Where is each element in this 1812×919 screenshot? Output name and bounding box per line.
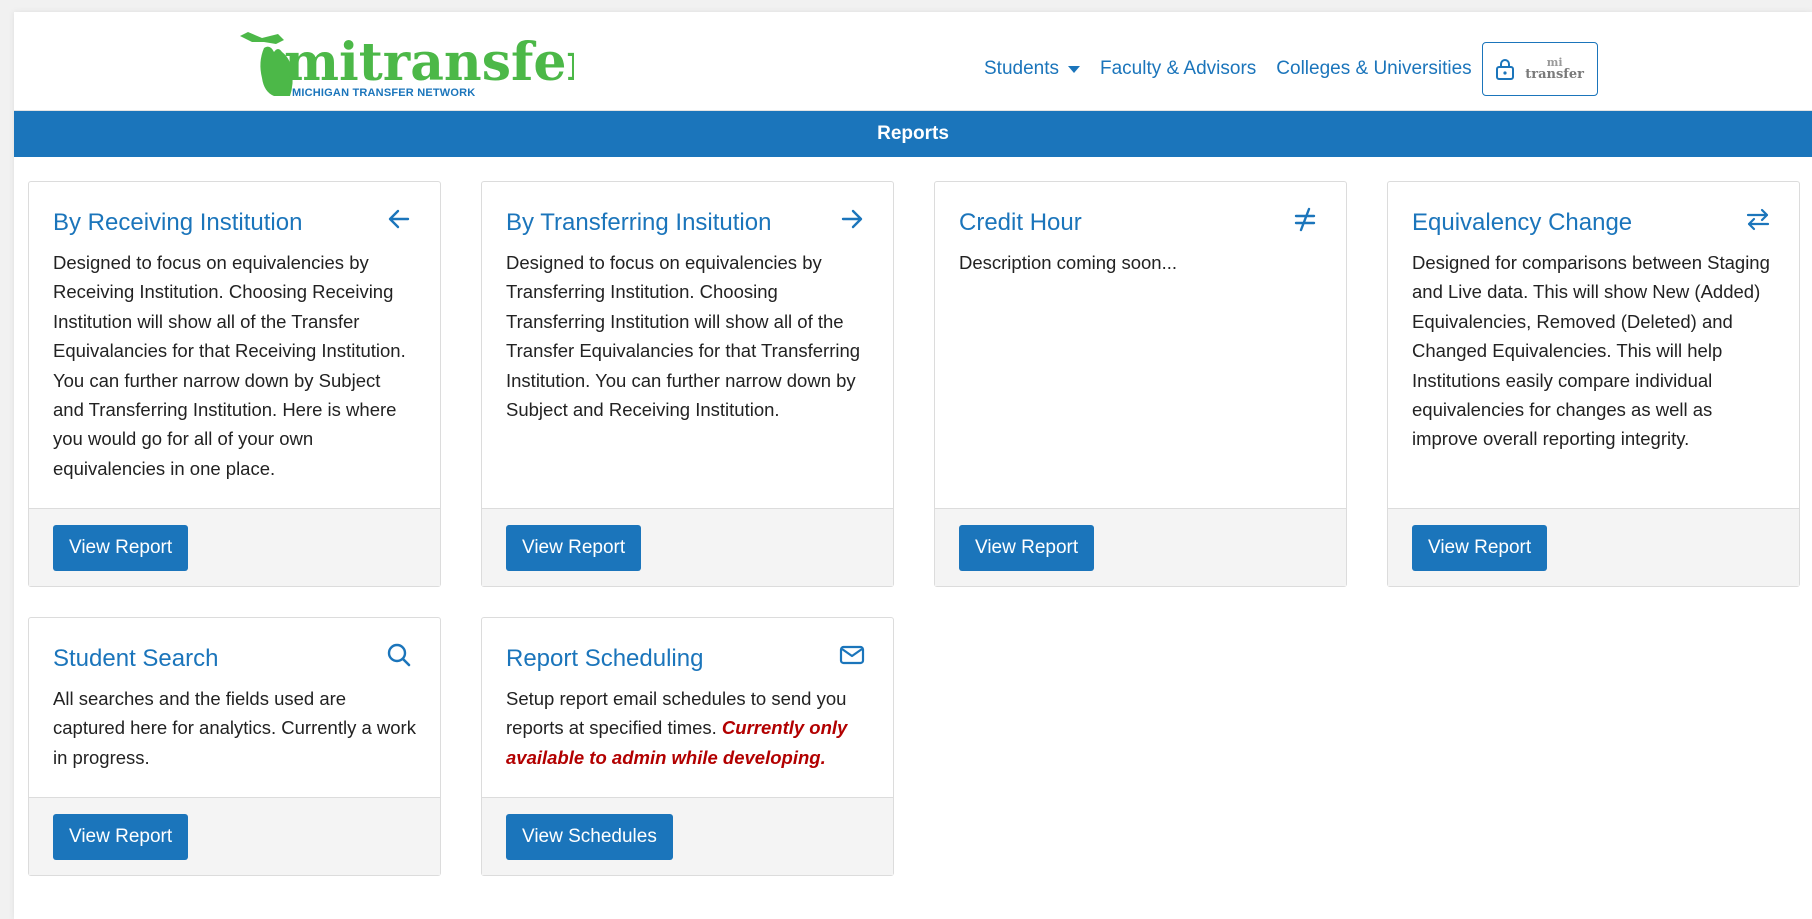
envelope-icon	[839, 645, 865, 665]
nav-students[interactable]: Students	[984, 58, 1080, 80]
card-footer: View Report	[1388, 508, 1799, 586]
site-header: mitransfer MICHIGAN TRANSFER NETWORK Stu…	[14, 12, 1812, 111]
not-equal-icon	[1294, 207, 1316, 232]
card-footer: View Report	[935, 508, 1346, 586]
michigan-map-icon: mitransfer MICHIGAN TRANSFER NETWORK	[240, 32, 574, 99]
page-title: Reports	[877, 123, 949, 144]
card-footer: View Report	[29, 508, 440, 586]
reports-banner: Reports	[14, 111, 1812, 157]
view-schedules-button[interactable]: View Schedules	[506, 813, 673, 860]
report-card-student-search: Student Search All searches and the fiel…	[28, 617, 441, 876]
report-card-report-scheduling: Report Scheduling Setup report email sch…	[481, 617, 894, 876]
card-description: Description coming soon...	[959, 252, 1177, 273]
arrow-left-icon	[388, 209, 410, 229]
mini-mitransfer-logo: mi transfer	[1525, 56, 1585, 82]
logo-tagline: MICHIGAN TRANSFER NETWORK	[292, 87, 475, 99]
card-description: Setup report email schedules to send you…	[506, 684, 869, 772]
card-description: Designed for comparisons between Staging…	[1412, 252, 1770, 450]
page: mitransfer MICHIGAN TRANSFER NETWORK Stu…	[14, 12, 1812, 919]
card-footer: View Schedules	[482, 797, 893, 875]
nav-colleges-universities[interactable]: Colleges & Universities	[1276, 58, 1471, 80]
report-card-transferring: By Transferring Insitution Designed to f…	[481, 181, 894, 587]
view-report-button[interactable]: View Report	[959, 524, 1095, 571]
card-title[interactable]: Equivalency Change	[1412, 208, 1632, 238]
card-footer: View Report	[29, 797, 440, 875]
logo-word: mitransfer	[284, 32, 574, 93]
mitransfer-logo[interactable]: mitransfer MICHIGAN TRANSFER NETWORK	[234, 22, 574, 106]
caret-down-icon	[1068, 65, 1080, 73]
arrow-right-icon	[841, 209, 863, 229]
card-footer: View Report	[482, 508, 893, 586]
card-title[interactable]: Credit Hour	[959, 208, 1082, 238]
report-card-receiving: By Receiving Institution Designed to foc…	[28, 181, 441, 587]
nav-students-label: Students	[984, 58, 1059, 79]
search-icon	[387, 643, 411, 667]
card-description: All searches and the fields used are cap…	[53, 688, 416, 768]
view-report-button[interactable]: View Report	[506, 524, 642, 571]
card-description: Designed to focus on equivalencies by Re…	[53, 252, 406, 479]
nav-faculty-advisors[interactable]: Faculty & Advisors	[1100, 58, 1256, 80]
view-report-button[interactable]: View Report	[53, 524, 189, 571]
report-card-equivalency-change: Equivalency Change Designed for comparis…	[1387, 181, 1800, 587]
card-title[interactable]: By Receiving Institution	[53, 208, 302, 238]
view-report-button[interactable]: View Report	[1412, 524, 1548, 571]
lock-icon	[1496, 59, 1515, 80]
card-title[interactable]: Student Search	[53, 644, 218, 674]
view-report-button[interactable]: View Report	[53, 813, 189, 860]
card-title[interactable]: Report Scheduling	[506, 644, 703, 674]
report-card-credit-hour: Credit Hour Description coming soon... V…	[934, 181, 1347, 587]
main-nav: Students Faculty & Advisors Colleges & U…	[984, 42, 1598, 96]
swap-arrows-icon	[1746, 208, 1770, 231]
card-description: Designed to focus on equivalencies by Tr…	[506, 252, 861, 421]
card-title[interactable]: By Transferring Insitution	[506, 208, 771, 238]
login-button[interactable]: mi transfer	[1481, 42, 1598, 96]
